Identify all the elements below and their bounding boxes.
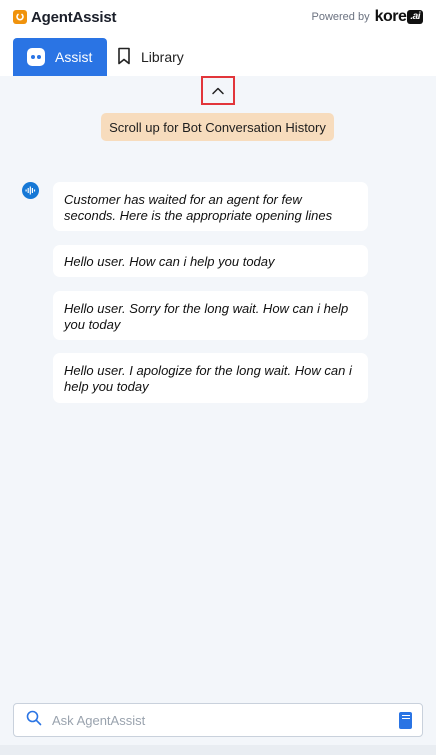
agentassist-logo-icon xyxy=(13,10,27,24)
powered-by-text: Powered by xyxy=(311,11,370,23)
book-icon[interactable] xyxy=(399,711,412,729)
brand: AgentAssist xyxy=(13,8,117,26)
chevron-up-icon xyxy=(211,82,225,100)
app-name: AgentAssist xyxy=(31,8,117,26)
kore-ai-logo: kore .ai xyxy=(375,8,423,26)
bookmark-icon xyxy=(117,47,131,68)
ask-agentassist-input[interactable] xyxy=(52,712,399,728)
tab-bar: Assist Library xyxy=(0,34,436,76)
audio-wave-icon xyxy=(22,182,39,199)
footer-strip xyxy=(0,745,436,755)
bot-icon xyxy=(27,48,45,66)
suggestion-message[interactable]: Hello user. I apologize for the long wai… xyxy=(53,353,368,403)
scroll-up-button[interactable] xyxy=(201,76,235,105)
kore-ai-suffix: .ai xyxy=(407,10,423,24)
tab-assist[interactable]: Assist xyxy=(13,38,107,76)
tab-assist-label: Assist xyxy=(55,49,93,65)
suggestion-message[interactable]: Hello user. Sorry for the long wait. How… xyxy=(53,291,368,340)
bot-message-intro: Customer has waited for an agent for few… xyxy=(53,182,368,231)
tab-library-label: Library xyxy=(141,49,184,65)
tab-library[interactable]: Library xyxy=(107,38,198,76)
powered-by: Powered by kore .ai xyxy=(311,8,423,26)
suggestion-message[interactable]: Hello user. How can i help you today xyxy=(53,245,368,277)
app-header: AgentAssist Powered by kore .ai xyxy=(0,0,436,34)
kore-word: kore xyxy=(374,8,407,25)
ask-agentassist-box xyxy=(13,703,423,737)
bot-history-pill[interactable]: Scroll up for Bot Conversation History xyxy=(101,113,334,141)
search-icon xyxy=(26,710,42,731)
